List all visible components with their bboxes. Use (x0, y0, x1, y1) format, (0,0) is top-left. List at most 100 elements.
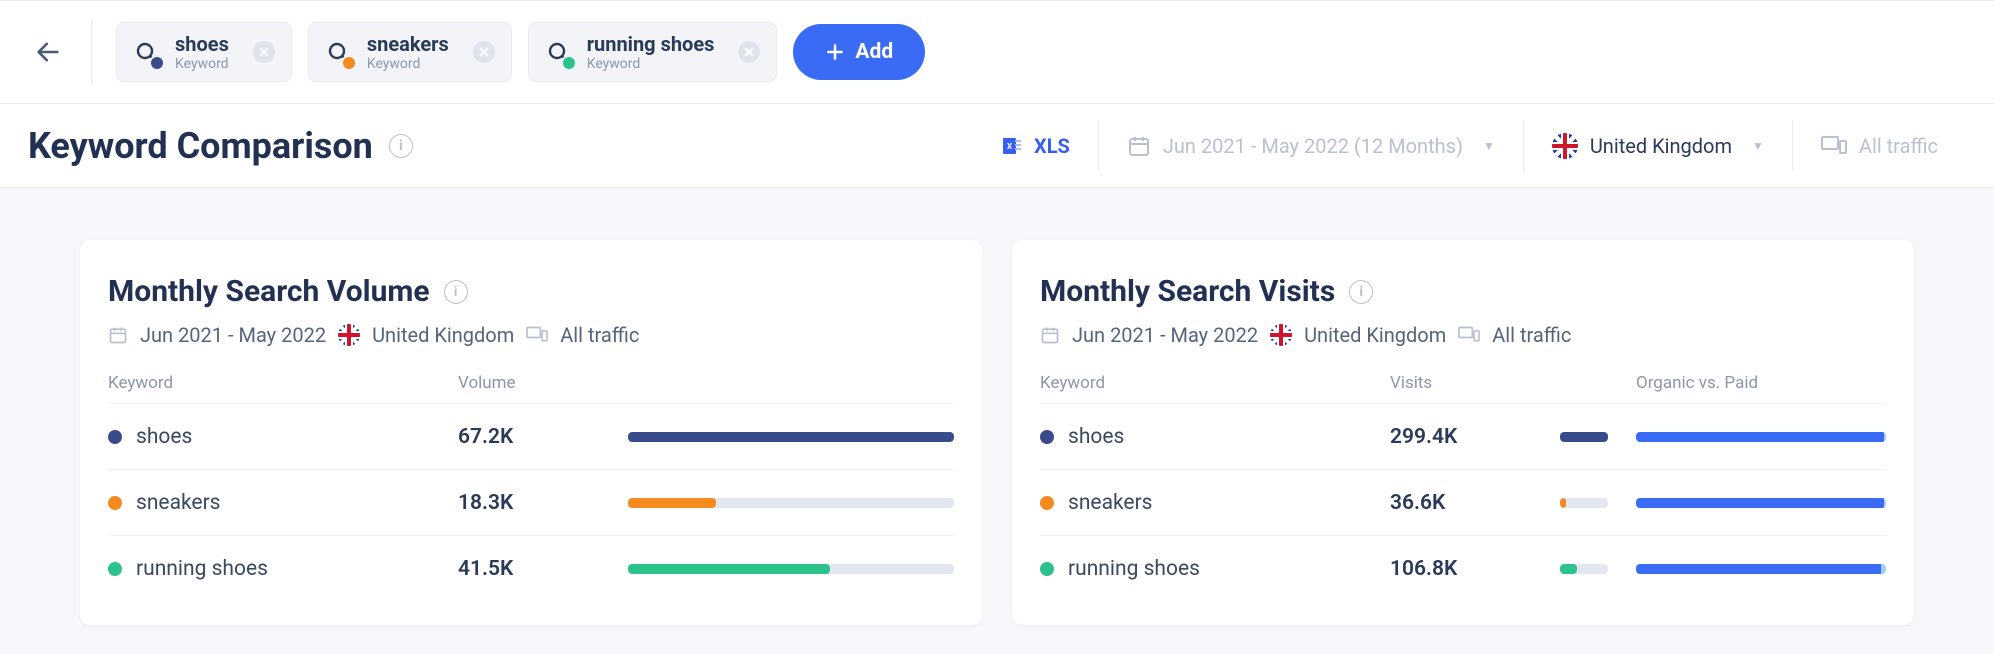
card-country: United Kingdom (1304, 323, 1446, 347)
chevron-down-icon: ▼ (1483, 139, 1495, 153)
keyword-pill-name: running shoes (587, 32, 715, 56)
volume-bar (628, 432, 954, 442)
export-xls-button[interactable]: X XLS (972, 120, 1098, 171)
search-icon (131, 37, 161, 67)
table-row: shoes 67.2K (108, 403, 954, 469)
search-icon (323, 37, 353, 67)
card-traffic: All traffic (1492, 323, 1571, 347)
card-title: Monthly Search Visits (1040, 274, 1335, 309)
search-icon (543, 37, 573, 67)
card-date-range: Jun 2021 - May 2022 (1072, 323, 1258, 347)
page-header: Keyword Comparison i X XLS Jun 2021 - Ma… (0, 104, 1994, 188)
keyword-pill-running-shoes[interactable]: running shoes Keyword (528, 22, 778, 82)
table-row: running shoes 41.5K (108, 535, 954, 601)
keyword-pill-name: sneakers (367, 32, 449, 56)
info-icon[interactable]: i (1349, 280, 1373, 304)
column-keyword: Keyword (1040, 373, 1390, 393)
remove-keyword-button[interactable] (738, 41, 760, 63)
chevron-down-icon: ▼ (1752, 139, 1764, 153)
visits-bar (1560, 498, 1608, 508)
devices-icon (1458, 325, 1480, 345)
keyword-color-dot (561, 55, 577, 71)
row-value: 36.6K (1390, 491, 1560, 515)
back-button[interactable] (28, 20, 92, 84)
info-icon[interactable]: i (444, 280, 468, 304)
keyword-pill-sub: Keyword (367, 56, 449, 72)
table-row: running shoes 106.8K (1040, 535, 1886, 601)
card-country: United Kingdom (372, 323, 514, 347)
table-row: sneakers 36.6K (1040, 469, 1886, 535)
plus-icon (825, 42, 845, 62)
excel-icon: X (1000, 134, 1024, 158)
calendar-icon (1127, 134, 1151, 158)
table-row: shoes 299.4K (1040, 403, 1886, 469)
table-header: Keyword Volume (108, 373, 954, 403)
visits-bar (1560, 564, 1608, 574)
row-keyword: shoes (1068, 425, 1124, 449)
series-dot (1040, 430, 1054, 444)
date-range-filter[interactable]: Jun 2021 - May 2022 (12 Months) ▼ (1098, 120, 1523, 171)
row-keyword: shoes (136, 425, 192, 449)
uk-flag-icon (1552, 133, 1578, 159)
visits-bar (1560, 432, 1608, 442)
uk-flag-icon (1270, 324, 1292, 346)
keyword-pill-sub: Keyword (175, 56, 229, 72)
traffic-filter[interactable]: All traffic (1792, 120, 1966, 171)
content-area: Monthly Search Volume i Jun 2021 - May 2… (0, 188, 1994, 625)
card-title: Monthly Search Volume (108, 274, 430, 309)
calendar-icon (1040, 325, 1060, 345)
series-dot (108, 430, 122, 444)
card-meta: Jun 2021 - May 2022 United Kingdom All t… (1040, 323, 1886, 347)
export-xls-label: XLS (1034, 134, 1070, 158)
row-keyword: sneakers (1068, 491, 1153, 515)
devices-icon (1821, 134, 1847, 158)
keyword-pill-name: shoes (175, 32, 229, 56)
country-label: United Kingdom (1590, 134, 1732, 158)
add-keyword-button[interactable]: Add (793, 24, 925, 80)
keyword-pill-sneakers[interactable]: sneakers Keyword (308, 22, 512, 82)
remove-keyword-button[interactable] (473, 41, 495, 63)
remove-keyword-button[interactable] (253, 41, 275, 63)
card-date-range: Jun 2021 - May 2022 (140, 323, 326, 347)
row-keyword: running shoes (1068, 557, 1200, 581)
keyword-color-dot (149, 55, 165, 71)
series-dot (1040, 562, 1054, 576)
row-keyword: sneakers (136, 491, 221, 515)
volume-bar (628, 498, 954, 508)
add-keyword-label: Add (855, 40, 893, 64)
arrow-left-icon (34, 38, 62, 66)
monthly-search-volume-card: Monthly Search Volume i Jun 2021 - May 2… (80, 240, 982, 625)
organic-vs-paid-bar (1636, 432, 1886, 442)
row-value: 18.3K (458, 491, 628, 515)
table-row: sneakers 18.3K (108, 469, 954, 535)
row-value: 67.2K (458, 425, 628, 449)
card-meta: Jun 2021 - May 2022 United Kingdom All t… (108, 323, 954, 347)
series-dot (108, 496, 122, 510)
date-range-label: Jun 2021 - May 2022 (12 Months) (1163, 134, 1463, 158)
close-icon (259, 47, 269, 57)
organic-vs-paid-bar (1636, 564, 1886, 574)
keyword-pill-shoes[interactable]: shoes Keyword (116, 22, 292, 82)
series-dot (1040, 496, 1054, 510)
uk-flag-icon (338, 324, 360, 346)
volume-bar (628, 564, 954, 574)
calendar-icon (108, 325, 128, 345)
country-filter[interactable]: United Kingdom ▼ (1523, 120, 1792, 171)
keyword-color-dot (341, 55, 357, 71)
traffic-filter-label: All traffic (1859, 134, 1938, 158)
row-value: 299.4K (1390, 425, 1560, 449)
keyword-pill-sub: Keyword (587, 56, 715, 72)
column-volume: Volume (458, 373, 628, 393)
card-traffic: All traffic (560, 323, 639, 347)
column-visits: Visits (1390, 373, 1560, 393)
info-icon[interactable]: i (389, 134, 413, 158)
column-keyword: Keyword (108, 373, 458, 393)
monthly-search-visits-card: Monthly Search Visits i Jun 2021 - May 2… (1012, 240, 1914, 625)
row-value: 106.8K (1390, 557, 1560, 581)
row-keyword: running shoes (136, 557, 268, 581)
table-header: Keyword Visits Organic vs. Paid (1040, 373, 1886, 403)
column-organic-vs-paid: Organic vs. Paid (1636, 373, 1886, 393)
close-icon (744, 47, 754, 57)
series-dot (108, 562, 122, 576)
svg-text:X: X (1007, 142, 1012, 151)
